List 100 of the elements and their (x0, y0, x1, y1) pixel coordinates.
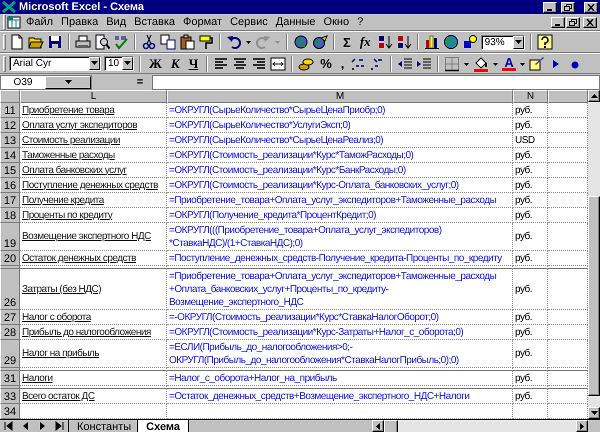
row-header[interactable]: 11 (0, 103, 20, 118)
label-cell[interactable]: Остаток денежных средств (20, 251, 167, 266)
unit-cell[interactable]: руб. (513, 163, 548, 178)
scissors-icon[interactable] (141, 34, 157, 50)
unit-cell[interactable]: руб. (513, 208, 548, 223)
label-cell[interactable]: Стоимость реализации (20, 133, 167, 148)
row-header[interactable]: 20 (0, 251, 20, 266)
print-preview-icon[interactable] (94, 34, 110, 50)
formula-cell[interactable]: =ОКРУГЛ(Стоимость_реализации*Курс*БанкРасходы;0) (167, 163, 513, 178)
scroll-right-button[interactable] (576, 420, 588, 432)
label-cell[interactable]: Таможенные расходы (20, 148, 167, 163)
label-cell[interactable]: Налоги (20, 371, 167, 386)
sort-ascending-icon[interactable] (376, 34, 393, 50)
globe-icon[interactable] (293, 34, 309, 50)
row-header[interactable]: 14 (0, 148, 20, 163)
italic-button[interactable]: К (168, 56, 183, 72)
unit-cell[interactable]: руб. (513, 118, 548, 133)
toolbar-grip[interactable] (3, 56, 6, 72)
close-button[interactable] (584, 2, 598, 12)
scrollbar-thumb[interactable] (384, 420, 398, 432)
percent-button[interactable]: % (317, 56, 335, 71)
row-header[interactable]: 12 (0, 118, 20, 133)
bold-button[interactable]: Ж (146, 56, 165, 72)
empty-cell[interactable] (513, 404, 548, 419)
menu-item[interactable]: Вид (102, 16, 130, 28)
unit-cell[interactable]: руб. (513, 325, 548, 340)
toolbar-grip[interactable] (3, 14, 6, 30)
unit-cell[interactable]: руб. (513, 310, 548, 325)
menu-item[interactable]: Окно (320, 16, 354, 28)
increase-decimal-icon[interactable] (350, 56, 366, 72)
unit-cell[interactable]: руб. (513, 389, 548, 404)
unit-cell[interactable]: руб. (513, 148, 548, 163)
empty-cell[interactable] (513, 386, 548, 389)
formula-cell[interactable]: =ОКРУГЛ(Получение_кредита*ПроцентКредит;0) (167, 208, 513, 223)
formula-cell[interactable]: =Поступление_денежных_средств-Получение_кредита-Проценты_по_кредиту (167, 251, 513, 266)
workbook-icon[interactable] (6, 15, 22, 29)
row-header[interactable]: 18 (0, 208, 20, 223)
scroll-left-button[interactable] (372, 420, 384, 432)
drawing-icon[interactable] (528, 56, 545, 72)
row-header[interactable]: 17 (0, 193, 20, 208)
unit-cell[interactable]: руб. (513, 371, 548, 386)
column-header[interactable] (548, 90, 588, 103)
formula-cell[interactable]: =ОКРУГЛ(СырьеКоличество*СырьеЦенаПриобр;0) (167, 103, 513, 118)
formula-cell[interactable]: =-ОКРУГЛ(Стоимость_реализации*Курс*СтавкаНалогОборот;0) (167, 310, 513, 325)
align-left-icon[interactable] (213, 56, 230, 72)
menu-item[interactable]: Вставка (130, 16, 180, 28)
align-center-icon[interactable] (232, 56, 248, 72)
unit-cell[interactable]: руб. (513, 269, 548, 310)
minimize-button[interactable] (543, 2, 557, 12)
column-header[interactable]: L (20, 90, 167, 103)
empty-cell[interactable] (167, 266, 513, 269)
column-header[interactable]: M (167, 90, 513, 103)
label-cell[interactable]: Всего остаток ДС (20, 389, 167, 404)
font-combo[interactable]: Arial Cyr (9, 56, 101, 71)
formula-cell[interactable]: =ОКРУГЛ(Стоимость_реализации*Курс*ТаможРасходы;0) (167, 148, 513, 163)
name-box[interactable]: O39 (0, 74, 92, 90)
undo-icon[interactable] (226, 34, 242, 50)
row-header[interactable]: 34 (0, 404, 20, 419)
formula-cell[interactable]: =Приобретение_товара+Оплата_услуг_экспедиторов+Таможенные_расходы +Оплата_банковских_услуг+Проценты_по_кредиту- Возмещение_экспертного_НДС (167, 269, 513, 310)
row-header[interactable]: 26 (0, 269, 20, 310)
formula-cell[interactable]: =Приобретение_товара+Оплата_услуг_экспедиторов+Таможенные_расходы (167, 193, 513, 208)
empty-cell[interactable] (513, 266, 548, 269)
formula-cell[interactable]: =ОКРУГЛ(((Приобретение_товара+Оплата_услуг_экспедиторов) *СтавкаНДС)/(1+СтавкаНДС);0) (167, 223, 513, 251)
new-file-icon[interactable] (9, 34, 25, 50)
unit-cell[interactable]: руб. (513, 178, 548, 193)
menu-item[interactable]: Файл (22, 16, 58, 28)
globe-icon[interactable] (442, 34, 459, 50)
dropdown-button[interactable] (122, 57, 133, 70)
unit-cell[interactable]: руб. (513, 340, 548, 368)
row-header[interactable]: 31 (0, 371, 20, 386)
row-header[interactable]: 29 (0, 340, 20, 368)
label-cell[interactable]: Затраты (без НДС) (20, 269, 167, 310)
row-header[interactable]: 27 (0, 310, 20, 325)
row-header[interactable]: 28 (0, 325, 20, 340)
scroll-up-button[interactable] (588, 90, 600, 102)
menu-item[interactable]: Данные (272, 16, 320, 28)
paste-icon[interactable] (179, 34, 195, 50)
paintbrush-icon[interactable] (198, 34, 214, 50)
row-header[interactable]: 33 (0, 389, 20, 404)
empty-cell[interactable] (167, 368, 513, 371)
borders-icon[interactable] (444, 56, 460, 72)
restore-button[interactable] (566, 16, 580, 28)
coins-icon[interactable] (298, 56, 314, 72)
formula-field[interactable] (152, 74, 600, 90)
fill-color-icon[interactable] (473, 56, 490, 72)
zoom-combo[interactable]: 93% (480, 34, 525, 50)
shapes-icon[interactable] (462, 34, 478, 50)
unit-cell[interactable]: USD (513, 133, 548, 148)
menu-item[interactable]: Сервис (226, 16, 272, 28)
row-header[interactable] (0, 368, 20, 371)
label-cell[interactable]: Налог на прибыль (20, 340, 167, 368)
formula-cell[interactable]: =ОКРУГЛ(СырьеКоличество*УслугиЭксп;0) (167, 118, 513, 133)
formula-cell[interactable]: =ОКРУГЛ(СырьеКоличество*СырьеЦенаРеализ;0) (167, 133, 513, 148)
help-icon[interactable] (536, 34, 553, 50)
minimize-button[interactable] (551, 16, 565, 28)
menu-item[interactable]: ? (353, 16, 368, 28)
label-cell[interactable]: Оплата услуг экспедиторов (20, 118, 167, 133)
unit-cell[interactable]: руб. (513, 251, 548, 266)
label-cell[interactable]: Оплата банковских услуг (20, 163, 167, 178)
formula-cell[interactable]: =ЕСЛИ(Прибыль_до_налогообложения>0;- ОКРУГЛ(Прибыль_до_налогообложения*СтавкаНалогПрибыль;0);0) (167, 340, 513, 368)
